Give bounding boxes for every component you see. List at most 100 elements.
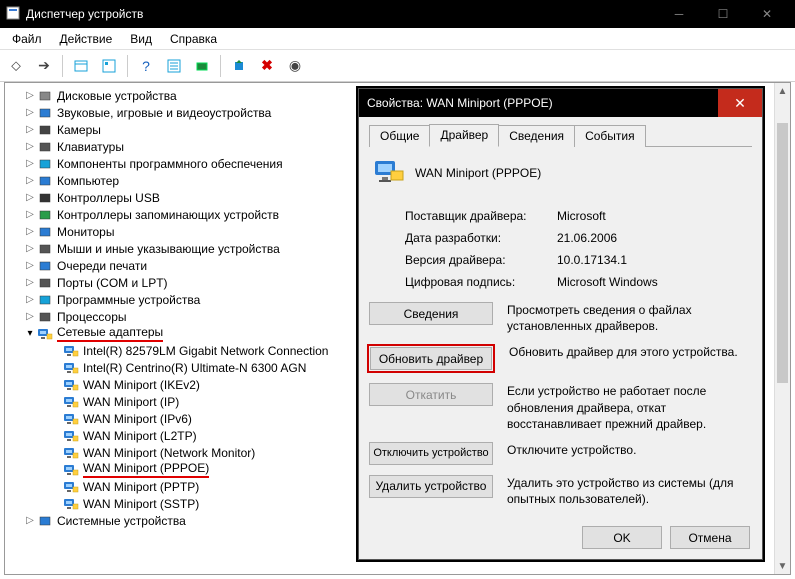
toolbar-update-driver-button[interactable] xyxy=(227,54,251,78)
minimize-button[interactable]: ─ xyxy=(657,0,701,28)
device-category-icon xyxy=(63,479,79,495)
menubar: Файл Действие Вид Справка xyxy=(0,28,795,50)
tree-item-label: Клавиатуры xyxy=(57,140,124,154)
tree-item-label: Очереди печати xyxy=(57,259,147,273)
device-category-icon xyxy=(37,122,53,138)
menu-action[interactable]: Действие xyxy=(52,30,121,48)
tab-driver[interactable]: Драйвер xyxy=(429,124,499,147)
dialog-close-button[interactable]: ✕ xyxy=(718,89,762,117)
vertical-scrollbar[interactable]: ▲ ▼ xyxy=(774,83,790,574)
device-category-icon xyxy=(37,105,53,121)
expand-icon[interactable]: ▷ xyxy=(23,192,37,203)
dialog-title: Свойства: WAN Miniport (PPPOE) xyxy=(367,96,553,110)
tree-item-label: Компоненты программного обеспечения xyxy=(57,157,283,171)
tab-events[interactable]: События xyxy=(574,125,646,147)
uninstall-device-button[interactable]: Удалить устройство xyxy=(369,475,493,498)
device-category-icon xyxy=(37,309,53,325)
update-driver-button[interactable]: Обновить драйвер xyxy=(370,347,492,370)
scroll-down-icon[interactable]: ▼ xyxy=(775,558,790,574)
toolbar-properties-button[interactable] xyxy=(97,54,121,78)
expand-icon[interactable]: ▷ xyxy=(23,158,37,169)
expand-icon[interactable]: ▷ xyxy=(23,226,37,237)
device-category-icon xyxy=(63,445,79,461)
disable-device-desc: Отключите устройство. xyxy=(507,442,752,458)
toolbar: ⬦ ➔ ? ✖ ◉ xyxy=(0,50,795,82)
tree-item-label: Звуковые, игровые и видеоустройства xyxy=(57,106,271,120)
collapse-icon[interactable]: ▾ xyxy=(23,328,37,339)
maximize-button[interactable]: ☐ xyxy=(701,0,745,28)
expand-icon[interactable]: ▷ xyxy=(23,515,37,526)
tree-item-label: Процессоры xyxy=(57,310,127,324)
expand-icon[interactable]: ▷ xyxy=(23,90,37,101)
device-category-icon xyxy=(37,275,53,291)
tree-item-label: Мониторы xyxy=(57,225,114,239)
tree-item-label: WAN Miniport (IKEv2) xyxy=(83,378,200,392)
device-category-icon xyxy=(37,190,53,206)
tabstrip: Общие Драйвер Сведения События xyxy=(369,125,752,147)
driver-details-button[interactable]: Сведения xyxy=(369,302,493,325)
tree-item-label: Сетевые адаптеры xyxy=(57,325,163,342)
close-button[interactable]: ✕ xyxy=(745,0,789,28)
menu-file[interactable]: Файл xyxy=(4,30,50,48)
expand-icon[interactable]: ▷ xyxy=(23,311,37,322)
device-category-icon xyxy=(37,292,53,308)
scroll-up-icon[interactable]: ▲ xyxy=(775,83,790,99)
device-category-icon xyxy=(63,462,79,478)
version-label: Версия драйвера: xyxy=(405,250,555,270)
tree-item-label: Порты (COM и LPT) xyxy=(57,276,168,290)
uninstall-device-desc: Удалить это устройство из системы (для о… xyxy=(507,475,752,507)
tree-item-label: Контроллеры запоминающих устройств xyxy=(57,208,279,222)
tree-item-label: Контроллеры USB xyxy=(57,191,160,205)
properties-dialog: Свойства: WAN Miniport (PPPOE) ✕ Общие Д… xyxy=(358,88,763,560)
toolbar-view-button[interactable] xyxy=(162,54,186,78)
cancel-button[interactable]: Отмена xyxy=(670,526,750,549)
nav-forward-button[interactable]: ➔ xyxy=(32,54,56,78)
window-title: Диспетчер устройств xyxy=(26,7,143,21)
tree-item-label: WAN Miniport (SSTP) xyxy=(83,497,199,511)
disable-device-button[interactable]: Отключить устройство xyxy=(369,442,493,465)
device-category-icon xyxy=(37,224,53,240)
device-category-icon xyxy=(63,360,79,376)
driver-info-table: Поставщик драйвера: Microsoft Дата разра… xyxy=(403,204,666,294)
tree-item-label: WAN Miniport (L2TP) xyxy=(83,429,197,443)
tree-item-label: Камеры xyxy=(57,123,101,137)
expand-icon[interactable]: ▷ xyxy=(23,209,37,220)
menu-view[interactable]: Вид xyxy=(122,30,160,48)
tab-details[interactable]: Сведения xyxy=(498,125,575,147)
rollback-driver-button[interactable]: Откатить xyxy=(369,383,493,406)
scroll-thumb[interactable] xyxy=(777,123,788,383)
tab-general[interactable]: Общие xyxy=(369,125,430,147)
tree-item-label: WAN Miniport (Network Monitor) xyxy=(83,446,255,460)
toolbar-help-button[interactable]: ? xyxy=(134,54,158,78)
expand-icon[interactable]: ▷ xyxy=(23,277,37,288)
toolbar-uninstall-button[interactable]: ✖ xyxy=(255,54,279,78)
nav-back-button[interactable]: ⬦ xyxy=(4,54,28,78)
ok-button[interactable]: OK xyxy=(582,526,662,549)
expand-icon[interactable]: ▷ xyxy=(23,260,37,271)
expand-icon[interactable]: ▷ xyxy=(23,175,37,186)
expand-icon[interactable]: ▷ xyxy=(23,294,37,305)
toolbar-refresh-button[interactable]: ◉ xyxy=(283,54,307,78)
signature-value: Microsoft Windows xyxy=(557,272,664,292)
device-icon xyxy=(373,157,405,188)
driver-details-desc: Просмотреть сведения о файлах установлен… xyxy=(507,302,752,334)
expand-icon[interactable]: ▷ xyxy=(23,124,37,135)
expand-icon[interactable]: ▷ xyxy=(23,107,37,118)
tree-item-label: WAN Miniport (IPv6) xyxy=(83,412,192,426)
expand-icon[interactable]: ▷ xyxy=(23,141,37,152)
menu-help[interactable]: Справка xyxy=(162,30,225,48)
tree-item-label: WAN Miniport (PPTP) xyxy=(83,480,199,494)
device-category-icon xyxy=(37,139,53,155)
device-category-icon xyxy=(37,173,53,189)
date-value: 21.06.2006 xyxy=(557,228,664,248)
toolbar-scan-button[interactable] xyxy=(190,54,214,78)
device-category-icon xyxy=(63,394,79,410)
device-category-icon xyxy=(63,428,79,444)
expand-icon[interactable]: ▷ xyxy=(23,243,37,254)
device-category-icon xyxy=(37,207,53,223)
device-category-icon xyxy=(37,258,53,274)
toolbar-show-hidden-button[interactable] xyxy=(69,54,93,78)
tree-item-label: Программные устройства xyxy=(57,293,200,307)
rollback-driver-desc: Если устройство не работает после обновл… xyxy=(507,383,752,432)
app-icon xyxy=(6,6,20,23)
